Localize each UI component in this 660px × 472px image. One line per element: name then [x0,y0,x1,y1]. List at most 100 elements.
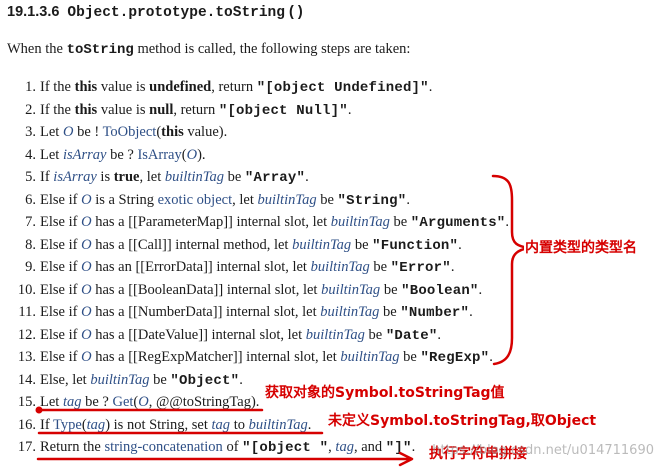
step-text-fragment: Else if [40,214,82,230]
variable: O [81,259,92,275]
step-text-fragment: Let [40,146,63,163]
step-number: 12. [17,326,36,343]
variable: tag [335,439,354,455]
spec-link[interactable]: ToObject [103,124,157,140]
step-text-fragment: . [505,214,510,230]
variable: isArray [53,169,97,185]
watermark: https://blog.csdn.net/u014711690 [432,443,654,458]
step-text-fragment: . [458,236,462,253]
algorithm-step: 4. Let isArray be ? IsArray(O). [0,144,660,167]
annotation-undefined-tag: 未定义Symbol.toStringTag,取Object [327,412,598,430]
step-text-fragment: be [380,281,402,298]
keyword: null [149,101,174,118]
keyword: true [113,169,140,185]
step-text-fragment: to [230,416,249,433]
step-text-fragment: Else if [40,191,82,208]
variable: O [81,326,92,343]
variable: builtinTag [90,371,150,388]
step-text: If Type(tag) is not String, set tag to b… [40,414,311,437]
step-text: Return the string-concatenation of "[obj… [40,436,415,460]
step-text-fragment: If the [40,101,75,118]
algorithm-step: 6. Else if O is a String exotic object, l… [0,189,660,212]
variable: O [62,124,74,140]
annotation-get-tag: 获取对象的Symbol.toStringTag值 [264,384,506,402]
step-number: 14. [17,371,36,388]
spec-link[interactable]: Type [53,417,82,433]
algorithm-step: 11. Else if O has a [[NumberData]] intern… [0,301,660,324]
keyword: this [161,124,184,140]
string-literal: "[object Undefined]" [256,80,429,96]
step-text-fragment: . [469,304,473,320]
step-number: 8. [25,236,36,253]
string-literal: "Array" [244,170,306,186]
step-number: 4. [25,146,36,163]
spec-link[interactable]: IsArray [137,147,181,163]
algorithm-step: 12. Else if O has a [[DateValue]] interna… [0,324,660,347]
step-text-fragment: is [96,169,114,185]
spec-link[interactable]: exotic object [158,192,232,208]
step-number: 6. [25,191,36,208]
step-text-fragment: has an [[ErrorData]] internal slot, let [91,259,311,275]
variable: O [81,191,92,208]
step-text: Else if O has a [[ParameterMap]] interna… [40,211,509,235]
step-text-fragment: Else if [40,259,82,275]
step-text-fragment: . [411,439,416,455]
step-text-fragment: , return [211,79,257,95]
variable: O [81,214,92,230]
step-text-fragment: Else if [40,349,82,365]
step-number: 5. [25,169,36,185]
variable: tag [62,394,82,410]
algorithm-step: 2. If the this value is null, return "[ob… [0,99,660,122]
step-text: Else if O has a [[NumberData]] internal … [40,301,473,325]
section-heading: 19.1.3.6 Object.prototype.toString ( ) [7,4,303,21]
step-text-fragment: be [364,326,386,343]
intro-paragraph: When the toString method is called, the … [7,41,410,58]
step-text-fragment: . [450,259,455,275]
step-text-fragment: , and [353,439,386,455]
step-text-fragment: be [369,259,391,275]
variable: builtinTag [305,326,365,343]
string-literal: "String" [337,192,407,209]
variable: O [81,236,92,253]
step-text-fragment: Else if [40,326,82,343]
intro-text-rest: method is called, the following steps ar… [133,41,411,57]
step-number: 15. [17,394,36,410]
step-text-fragment: is a String [91,191,158,208]
variable: builtinTag [292,236,352,253]
spec-link[interactable]: string-concatenation [104,439,222,455]
step-number: 9. [25,259,36,275]
step-text-fragment: . [478,281,483,298]
step-text: Else if O has a [[DateValue]] internal s… [40,324,441,348]
algorithm-step: 3. Let O be ! ToObject(this value). [0,121,660,144]
algorithm-step: 13. Else if O has a [[RegExpMatcher]] int… [0,346,660,369]
step-text-fragment: . [406,191,410,208]
variable: builtinTag [257,191,317,208]
step-text-fragment: value). [183,124,228,140]
variable: builtinTag [321,281,381,298]
step-text-fragment: Else if [40,281,82,298]
variable: builtinTag [310,259,370,275]
variable: builtinTag [330,214,390,230]
variable: O [186,146,198,163]
spec-link[interactable]: Get [112,394,133,410]
step-text-fragment: ) is not String, set [105,416,212,433]
string-literal: "Error" [390,260,451,276]
step-text-fragment: be [399,349,421,365]
step-text-fragment: Else, let [40,371,91,388]
step-text: Else if O is a String exotic object, let… [40,189,410,213]
variable: builtinTag [340,349,400,365]
step-text-fragment: Else if [40,304,82,320]
step-text-fragment: has a [[Call]] internal method, let [91,236,293,253]
step-text-fragment: If [40,416,54,433]
step-text-fragment: , return [173,101,219,118]
step-number: 1. [25,79,36,95]
string-literal: "Number" [400,305,470,321]
keyword: undefined [149,79,212,95]
step-text-fragment: of [222,439,243,455]
variable: O [138,394,149,410]
algorithm-step: 1. If the this value is undefined, return… [0,76,660,99]
step-text-fragment: , let [139,169,165,185]
step-text-fragment: be ? [81,394,113,410]
step-number: 3. [25,124,36,140]
step-text-fragment: If [40,169,54,185]
